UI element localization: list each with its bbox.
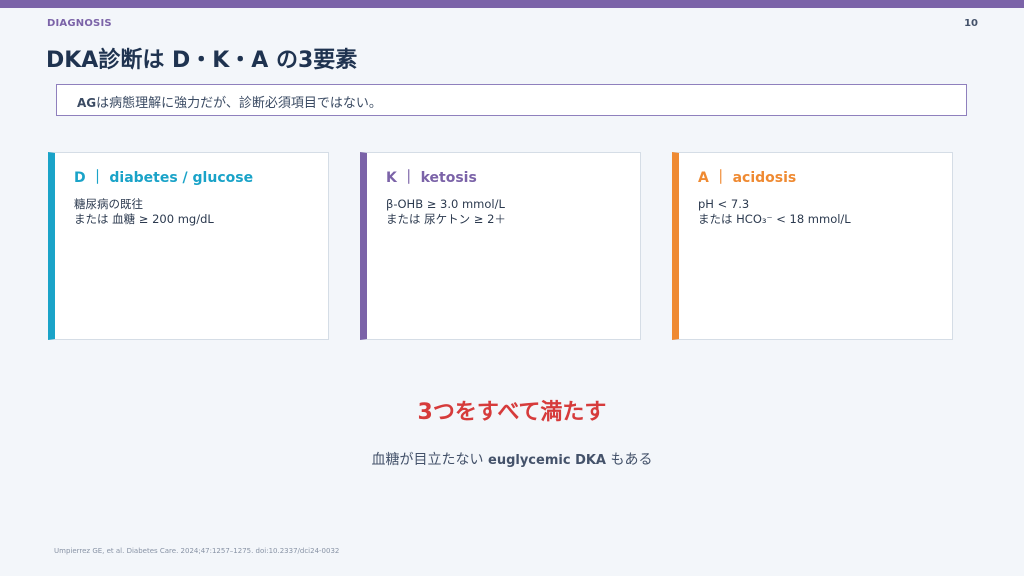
top-accent-bar [0,0,1024,8]
card-line: β-OHB ≥ 3.0 mmol/L [386,197,505,211]
subline-euglycemic-dka: euglycemic DKA [488,453,606,468]
card-line: 糖尿病の既往 [74,197,143,211]
card-line: または 尿ケトン ≥ 2＋ [386,212,506,226]
card-line: または HCO₃⁻ < 18 mmol/L [698,212,851,226]
subline-before: 血糖が目立たない [371,452,488,468]
slide-title: DKA診断は D・K・A の3要素 [46,48,358,73]
card-ketosis: K ｜ ketosis β-OHB ≥ 3.0 mmol/L または 尿ケトン … [360,152,641,340]
card-line: pH < 7.3 [698,197,750,211]
card-diabetes: D ｜ diabetes / glucose 糖尿病の既往 または 血糖 ≥ 2… [48,152,329,340]
card-line: または 血糖 ≥ 200 mg/dL [74,212,214,226]
card-acidosis: A ｜ acidosis pH < 7.3 または HCO₃⁻ < 18 mmo… [672,152,953,340]
card-title-acidosis: A ｜ acidosis [698,170,797,186]
card-title-ketosis: K ｜ ketosis [386,170,477,186]
section-label: DIAGNOSIS [47,18,112,29]
note-ag-label: AG [77,96,97,110]
card-title-diabetes: D ｜ diabetes / glucose [74,170,254,186]
subline: 血糖が目立たない euglycemic DKA もある [0,449,1024,469]
note-text: は病態理解に強力だが、診断必須項目ではない。 [96,96,382,111]
subline-after: もある [606,452,653,468]
reference-citation: Umpierrez GE, et al. Diabetes Care. 2024… [54,547,340,555]
note-box: AGは病態理解に強力だが、診断必須項目ではない。 [56,84,967,116]
page-number: 10 [964,18,978,29]
headline: 3つをすべて満たす [417,400,607,425]
